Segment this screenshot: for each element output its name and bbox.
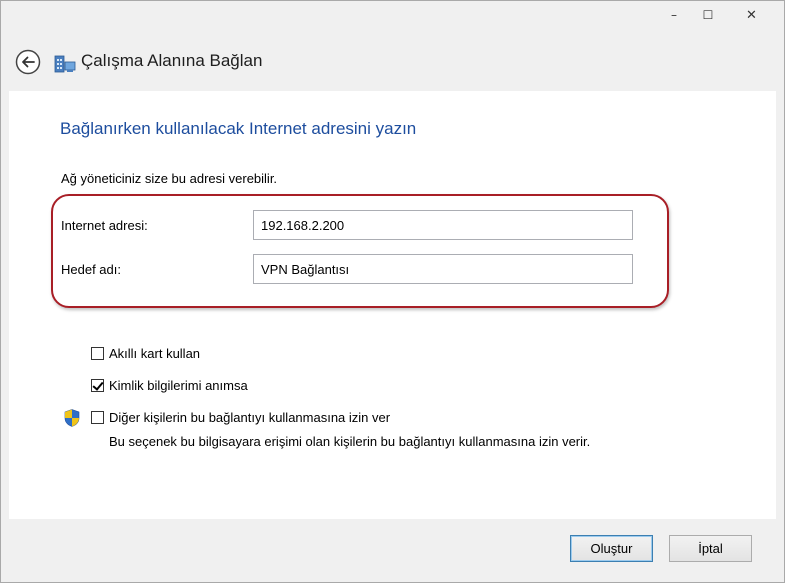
smart-card-checkbox[interactable] [91, 347, 104, 360]
cancel-button[interactable]: İptal [669, 535, 752, 562]
internet-address-label: Internet adresi: [61, 218, 148, 233]
allow-others-option[interactable]: Diğer kişilerin bu bağlantıyı kullanması… [91, 410, 390, 425]
remember-credentials-label[interactable]: Kimlik bilgilerimi anımsa [109, 378, 248, 393]
maximize-button[interactable]: ☐ [691, 1, 725, 29]
minimize-icon: – [671, 8, 677, 22]
title-bar[interactable]: – ☐ ✕ [1, 1, 784, 33]
close-icon: ✕ [746, 7, 757, 23]
maximize-icon: ☐ [702, 8, 714, 22]
wizard-header: Çalışma Alanına Bağlan [1, 33, 784, 91]
window-title: Çalışma Alanına Bağlan [81, 51, 263, 70]
destination-name-label: Hedef adı: [61, 262, 121, 277]
internet-address-input[interactable]: 192.168.2.200 [253, 210, 633, 240]
smart-card-label[interactable]: Akıllı kart kullan [109, 346, 200, 361]
page-heading: Bağlanırken kullanılacak Internet adresi… [60, 119, 417, 138]
allow-others-label[interactable]: Diğer kişilerin bu bağlantıyı kullanması… [109, 410, 390, 425]
instruction-text: Ağ yöneticiniz size bu adresi verebilir. [61, 171, 278, 186]
minimize-button[interactable]: – [657, 1, 691, 29]
remember-credentials-option[interactable]: Kimlik bilgilerimi anımsa [91, 378, 248, 393]
content-area: Bağlanırken kullanılacak Internet adresi… [9, 91, 776, 519]
destination-name-input[interactable]: VPN Bağlantısı [253, 254, 633, 284]
smart-card-option[interactable]: Akıllı kart kullan [91, 346, 200, 361]
back-arrow-icon[interactable] [15, 49, 41, 75]
close-button[interactable]: ✕ [727, 1, 776, 29]
allow-others-checkbox[interactable] [91, 411, 104, 424]
create-button[interactable]: Oluştur [570, 535, 653, 562]
workplace-network-icon [54, 55, 76, 73]
button-bar: Oluştur İptal [1, 519, 784, 582]
allow-others-description: Bu seçenek bu bilgisayara erişimi olan k… [109, 434, 591, 449]
remember-credentials-checkbox[interactable] [91, 379, 104, 392]
shield-icon [64, 409, 80, 427]
dialog-window: – ☐ ✕ Çalışma Alanına Bağlan Bağlanırken… [0, 0, 785, 583]
